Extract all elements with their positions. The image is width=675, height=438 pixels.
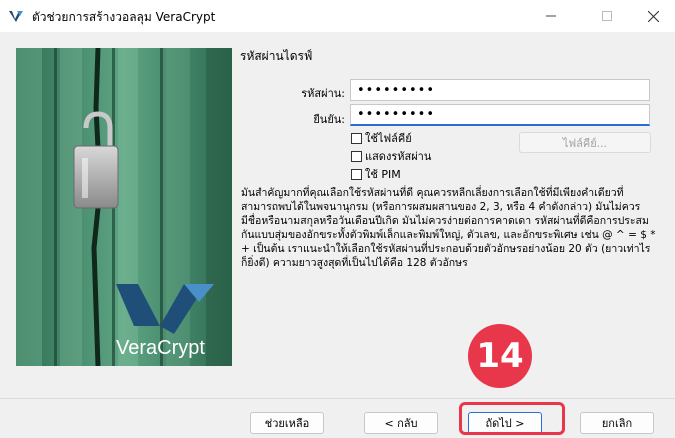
keyfiles-button[interactable]: ไฟล์คีย์... — [519, 132, 651, 153]
checkbox-box[interactable] — [351, 132, 362, 144]
show-password-label: แสดงรหัสผ่าน — [365, 150, 432, 163]
step-number-badge: 14 — [468, 324, 532, 388]
veracrypt-app-icon — [8, 8, 24, 24]
close-icon — [647, 10, 659, 22]
logo-text: VeraCrypt — [116, 337, 205, 359]
use-keyfiles-checkbox[interactable]: ใช้ไฟล์คีย์ — [351, 129, 412, 147]
cancel-button[interactable]: ยกเลิก — [580, 412, 654, 434]
minimize-button[interactable] — [528, 0, 574, 32]
wizard-window: ตัวช่วยการสร้างวอลลุม VeraCrypt VeraCryp… — [0, 0, 675, 438]
checkbox-box[interactable] — [351, 168, 362, 180]
close-button[interactable] — [630, 0, 675, 32]
confirm-password-input[interactable] — [350, 104, 650, 126]
divider — [0, 398, 675, 399]
window-title: ตัวช่วยการสร้างวอลลุม VeraCrypt — [32, 10, 216, 24]
use-pim-label: ใช้ PIM — [365, 168, 401, 181]
back-button[interactable]: < กลับ — [364, 412, 438, 434]
show-password-checkbox[interactable]: แสดงรหัสผ่าน — [351, 147, 431, 165]
minimize-icon — [546, 15, 556, 17]
password-input[interactable] — [350, 79, 650, 101]
use-pim-checkbox[interactable]: ใช้ PIM — [351, 165, 401, 183]
maximize-button[interactable] — [584, 0, 630, 32]
title-bar: ตัวช่วยการสร้างวอลลุม VeraCrypt — [0, 0, 675, 32]
next-button-highlight — [459, 402, 565, 435]
page-title: รหัสผ่านไดรฟ์ — [240, 49, 313, 63]
help-button[interactable]: ช่วยเหลือ — [250, 412, 324, 434]
checkbox-box[interactable] — [351, 150, 362, 162]
confirm-label: ยืนยัน: — [313, 113, 345, 126]
maximize-icon — [602, 11, 612, 21]
password-advice-text: มันสำคัญมากที่คุณเลือกใช้รหัสผ่านที่ดี ค… — [241, 187, 656, 269]
wizard-side-image: VeraCrypt — [16, 48, 232, 366]
use-keyfiles-label: ใช้ไฟล์คีย์ — [365, 132, 412, 145]
password-label: รหัสผ่าน: — [301, 87, 345, 100]
